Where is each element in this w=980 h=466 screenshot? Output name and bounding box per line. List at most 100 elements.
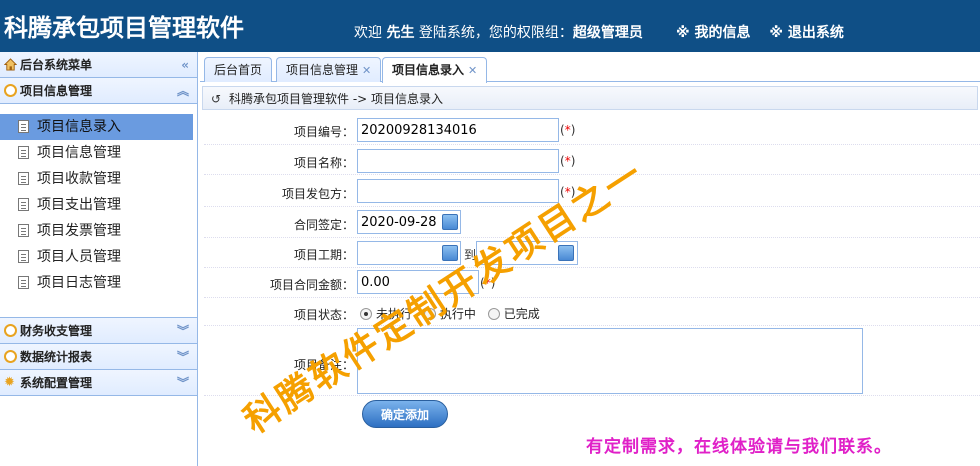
tab-project-entry[interactable]: 项目信息录入 ✕ [382, 57, 488, 83]
row-period: 项目工期： 到 [204, 238, 980, 268]
status-radio-group: 未执行 执行中 已完成 [360, 305, 548, 322]
sidebar: 后台系统菜单 « 项目信息管理 ︽ 项目信息录入 项目信息管理 项目收款管理 项… [0, 52, 198, 466]
project-no-field[interactable] [357, 118, 559, 142]
document-icon [18, 198, 29, 211]
project-name-label: 项目名称： [293, 156, 354, 170]
sidebar-item-label: 项目信息录入 [37, 119, 121, 135]
document-icon [18, 276, 29, 289]
document-icon [18, 172, 29, 185]
required-mark: (*) [560, 185, 576, 199]
welcome-middle: 登陆系统，您的权限组： [418, 25, 573, 41]
logout-link[interactable]: ※ 退出系统 [769, 25, 843, 41]
required-mark: (*) [560, 123, 576, 137]
amount-field[interactable] [357, 270, 479, 294]
welcome-text: 欢迎 先生 登陆系统，您的权限组：超级管理员 [354, 22, 643, 42]
close-icon[interactable]: ✕ [362, 64, 371, 77]
remark-label: 项目备注： [293, 358, 354, 372]
sidebar-title: 后台系统菜单 [20, 58, 93, 72]
section-label: 项目信息管理 [20, 84, 93, 98]
sidebar-item-label: 项目收款管理 [37, 171, 121, 187]
period-to-label: 到 [464, 248, 477, 262]
chevron-up-icon[interactable]: ︽ [177, 78, 189, 104]
clock-icon [4, 324, 17, 337]
breadcrumb: ↺ 科腾承包项目管理软件 -> 项目信息录入 [202, 86, 978, 110]
contractor-field[interactable] [357, 179, 559, 203]
user-name: 先生 [386, 25, 415, 41]
app-title: 科腾承包项目管理软件 [4, 14, 244, 42]
link-icon: ↺ [211, 92, 222, 106]
top-header: 科腾承包项目管理软件 欢迎 先生 登陆系统，您的权限组：超级管理员 ※ 我的信息… [0, 0, 980, 52]
contractor-label: 项目发包方： [281, 187, 354, 201]
breadcrumb-text: 科腾承包项目管理软件 -> 项目信息录入 [229, 92, 444, 106]
section-label: 财务收支管理 [20, 324, 93, 338]
section-reports[interactable]: 数据统计报表 ︾ [0, 344, 197, 370]
close-icon[interactable]: ✕ [468, 64, 477, 77]
tab-project-manage[interactable]: 项目信息管理 ✕ [276, 57, 382, 82]
required-mark: (*) [480, 276, 496, 290]
row-project-name: 项目名称： (*) [204, 145, 980, 175]
sidebar-item-invoices[interactable]: 项目发票管理 [0, 218, 193, 244]
radio-unchecked[interactable] [487, 308, 500, 320]
clock-icon [4, 84, 17, 97]
chevron-down-icon[interactable]: ︾ [177, 318, 189, 344]
calendar-icon[interactable] [442, 245, 458, 261]
document-icon [18, 250, 29, 263]
sidebar-item-logs[interactable]: 项目日志管理 [0, 270, 193, 296]
sidebar-header: 后台系统菜单 « [0, 52, 197, 78]
tab-label: 项目信息录入 [392, 63, 465, 77]
document-icon [18, 224, 29, 237]
project-menu: 项目信息录入 项目信息管理 项目收款管理 项目支出管理 项目发票管理 项目人员管… [0, 104, 197, 318]
footer-note: 有定制需求，在线体验请与我们联系。 [586, 437, 892, 457]
sidebar-item-receipts[interactable]: 项目收款管理 [0, 166, 193, 192]
my-info-link[interactable]: ※ 我的信息 [676, 25, 750, 41]
project-name-field[interactable] [357, 149, 559, 173]
sign-date-label: 合同签定： [293, 218, 354, 232]
sidebar-item-label: 项目人员管理 [37, 249, 121, 265]
tab-label: 后台首页 [214, 63, 263, 77]
sidebar-item-label: 项目支出管理 [37, 197, 121, 213]
submit-button[interactable]: 确定添加 [362, 400, 448, 428]
amount-label: 项目合同金额： [269, 278, 354, 292]
section-finance[interactable]: 财务收支管理 ︾ [0, 318, 197, 344]
sidebar-item-project-entry[interactable]: 项目信息录入 [0, 114, 193, 140]
tab-home[interactable]: 后台首页 [204, 57, 273, 82]
project-entry-form: 项目编号： (*) 项目名称： (*) 项目发包方： (*) 合同签定： 项目工… [204, 114, 980, 434]
tab-bar: 后台首页 项目信息管理 ✕ 项目信息录入 ✕ [200, 52, 980, 83]
row-status: 项目状态： 未执行 执行中 已完成 [204, 298, 980, 326]
sidebar-item-label: 项目日志管理 [37, 275, 121, 291]
required-mark: (*) [560, 154, 576, 168]
document-icon [18, 120, 29, 133]
gear-icon: ✹ [4, 375, 15, 390]
row-remark: 项目备注： [204, 326, 980, 396]
status-label: 项目状态： [293, 308, 354, 322]
status-option-running[interactable]: 执行中 [423, 307, 476, 321]
section-label: 系统配置管理 [20, 376, 93, 390]
chevron-down-icon[interactable]: ︾ [177, 344, 189, 370]
row-amount: 项目合同金额： (*) [204, 268, 980, 298]
calendar-icon[interactable] [558, 245, 574, 261]
header-links: ※ 我的信息 ※ 退出系统 [676, 22, 858, 42]
sidebar-item-expenses[interactable]: 项目支出管理 [0, 192, 193, 218]
sidebar-item-project-manage[interactable]: 项目信息管理 [0, 140, 193, 166]
sidebar-item-personnel[interactable]: 项目人员管理 [0, 244, 193, 270]
status-option-pending[interactable]: 未执行 [360, 307, 412, 321]
row-sign-date: 合同签定： [204, 207, 980, 238]
remark-textarea[interactable] [357, 328, 863, 394]
section-settings[interactable]: ✹ 系统配置管理 ︾ [0, 370, 197, 396]
calendar-icon[interactable] [442, 214, 458, 230]
document-icon [18, 146, 29, 159]
section-project-info[interactable]: 项目信息管理 ︽ [0, 78, 197, 104]
row-project-no: 项目编号： (*) [204, 114, 980, 145]
home-icon [4, 58, 17, 71]
welcome-prefix: 欢迎 [354, 25, 382, 41]
sidebar-item-label: 项目信息管理 [37, 145, 121, 161]
project-no-label: 项目编号： [293, 125, 354, 139]
collapse-sidebar-icon[interactable]: « [181, 52, 189, 78]
sidebar-item-label: 项目发票管理 [37, 223, 121, 239]
section-label: 数据统计报表 [20, 350, 93, 364]
radio-checked[interactable] [360, 308, 372, 320]
status-option-done[interactable]: 已完成 [487, 307, 540, 321]
chevron-down-icon[interactable]: ︾ [177, 370, 189, 396]
period-label: 项目工期： [293, 248, 354, 262]
radio-unchecked[interactable] [423, 308, 436, 320]
